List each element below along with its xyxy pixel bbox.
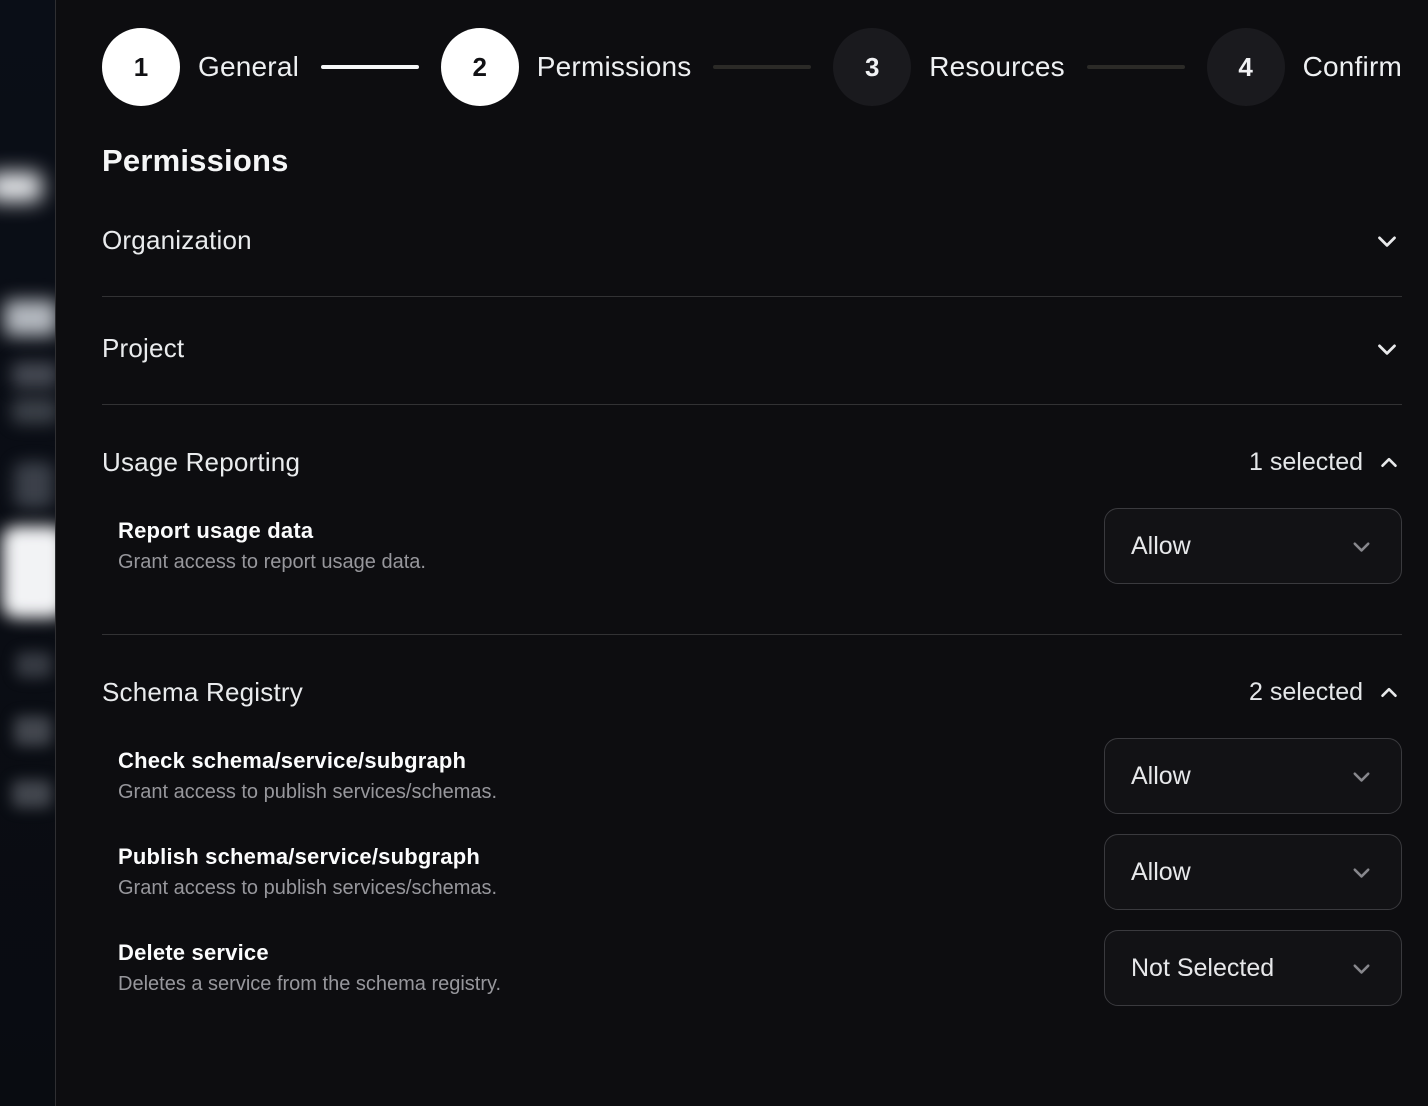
step-label: Confirm [1303,51,1402,83]
permission-select[interactable]: Not Selected [1104,930,1402,1006]
permission-title: Publish schema/service/subgraph [118,844,497,870]
permission-description: Grant access to publish services/schemas… [118,877,497,900]
section-title: Schema Registry [102,677,303,708]
permission-row-check-schema: Check schema/service/subgraph Grant acce… [118,738,1402,814]
chevron-down-icon [1348,955,1375,982]
sidebar-logo-blob [2,526,55,618]
chevron-up-icon [1376,450,1402,476]
step-resources[interactable]: 3 Resources [833,28,1065,106]
step-permissions[interactable]: 2 Permissions [441,28,692,106]
sidebar-blur-blob [0,172,42,202]
permission-description: Deletes a service from the schema regist… [118,973,501,996]
app-window: 1 General 2 Permissions 3 Resources 4 Co… [0,0,1428,1106]
page-title: Permissions [102,143,1402,179]
permission-select[interactable]: Allow [1104,834,1402,910]
sidebar-blur-blob [14,716,52,746]
section-schema-registry: Schema Registry 2 selected Check schema/… [102,635,1402,1034]
step-number-circle: 3 [833,28,911,106]
permission-title: Check schema/service/subgraph [118,748,497,774]
section-usage-reporting: Usage Reporting 1 selected Report usage … [102,405,1402,635]
sidebar-blur-blob [12,362,55,388]
wizard-stepper: 1 General 2 Permissions 3 Resources 4 Co… [102,27,1402,107]
chevron-down-icon [1348,859,1375,886]
step-general[interactable]: 1 General [102,28,299,106]
permission-row-report-usage-data: Report usage data Grant access to report… [118,508,1402,584]
selected-count-badge: 1 selected [1249,448,1402,477]
section-organization[interactable]: Organization [102,179,1402,297]
chevron-down-icon [1348,533,1375,560]
section-project[interactable]: Project [102,297,1402,405]
step-number-circle: 1 [102,28,180,106]
sidebar-blur-blob [12,398,55,424]
step-connector [1087,65,1185,69]
section-title: Project [102,333,184,364]
select-value: Allow [1131,532,1191,561]
sidebar-blur-blob [12,780,52,808]
step-connector [713,65,811,69]
select-value: Allow [1131,858,1191,887]
permission-select[interactable]: Allow [1104,508,1402,584]
step-number-circle: 4 [1207,28,1285,106]
step-label: Permissions [537,51,692,83]
permission-description: Grant access to report usage data. [118,551,426,574]
section-title: Usage Reporting [102,447,300,478]
select-value: Not Selected [1131,954,1274,983]
sidebar-blur-blob [14,462,54,508]
step-label: Resources [929,51,1065,83]
chevron-down-icon [1348,763,1375,790]
section-title: Organization [102,225,252,256]
section-schema-registry-header[interactable]: Schema Registry 2 selected [102,635,1402,708]
selected-count-label: 2 selected [1249,678,1363,707]
permissions-wizard-panel: 1 General 2 Permissions 3 Resources 4 Co… [55,0,1428,1106]
permission-title: Delete service [118,940,501,966]
sidebar-blur-blob [16,652,52,678]
chevron-up-icon [1376,680,1402,706]
sidebar-blur-blob [4,300,55,336]
selected-count-badge: 2 selected [1249,678,1402,707]
selected-count-label: 1 selected [1249,448,1363,477]
step-label: General [198,51,299,83]
select-value: Allow [1131,762,1191,791]
permission-description: Grant access to publish services/schemas… [118,781,497,804]
chevron-down-icon [1372,334,1402,364]
step-confirm[interactable]: 4 Confirm [1207,28,1402,106]
section-usage-reporting-header[interactable]: Usage Reporting 1 selected [102,405,1402,478]
step-connector [321,65,419,69]
permission-row-delete-service: Delete service Deletes a service from th… [118,930,1402,1006]
step-number-circle: 2 [441,28,519,106]
permission-row-publish-schema: Publish schema/service/subgraph Grant ac… [118,834,1402,910]
chevron-down-icon [1372,226,1402,256]
permission-title: Report usage data [118,518,426,544]
permission-select[interactable]: Allow [1104,738,1402,814]
background-sidebar [0,0,55,1106]
